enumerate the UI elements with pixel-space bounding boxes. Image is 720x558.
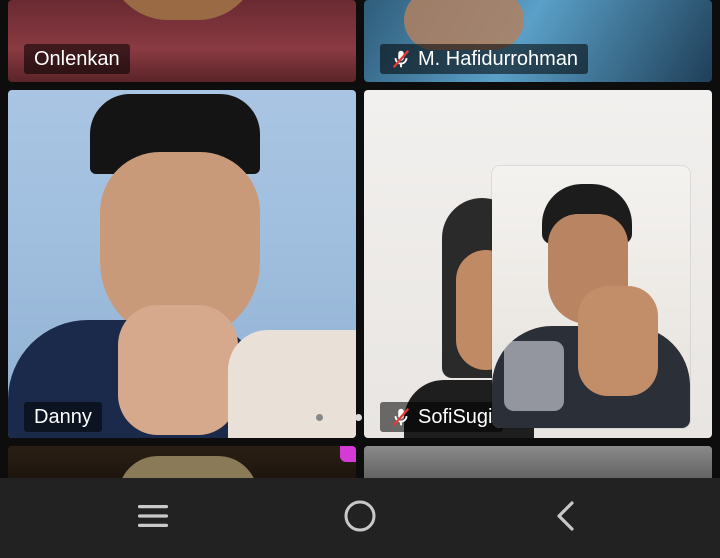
video-tile-onlenkan[interactable]: Onlenkan: [8, 0, 356, 82]
participant-name: M. Hafidurrohman: [418, 48, 579, 70]
participant-video: [108, 0, 258, 20]
system-navigation-bar: [0, 478, 720, 558]
video-tile-hafidurrohman[interactable]: M. Hafidurrohman: [364, 0, 712, 82]
recents-button[interactable]: [129, 496, 177, 540]
page-dot-active[interactable]: [355, 414, 362, 421]
recents-icon: [136, 501, 170, 536]
participant-name: Onlenkan: [34, 48, 120, 70]
self-video: [492, 166, 690, 428]
participant-name: Danny: [34, 406, 92, 428]
active-speaker-marker: [340, 446, 356, 462]
home-button[interactable]: [336, 496, 384, 540]
participant-name-tag: Danny: [24, 402, 102, 432]
self-view-thumbnail[interactable]: [492, 166, 690, 428]
mic-off-icon: [390, 406, 412, 428]
page-indicator: [316, 414, 362, 421]
participant-name-tag: Onlenkan: [24, 44, 130, 74]
back-icon: [554, 500, 578, 537]
mic-off-icon: [390, 48, 412, 70]
back-button[interactable]: [542, 496, 590, 540]
participant-name-tag: M. Hafidurrohman: [380, 44, 589, 74]
page-dot[interactable]: [316, 414, 323, 421]
participant-name: SofiSugi: [418, 406, 493, 428]
home-icon: [342, 498, 378, 539]
participant-name-tag: SofiSugi: [380, 402, 503, 432]
video-tile-danny[interactable]: Danny: [8, 90, 356, 438]
participant-video: [8, 90, 356, 438]
participant-video: [404, 0, 524, 50]
